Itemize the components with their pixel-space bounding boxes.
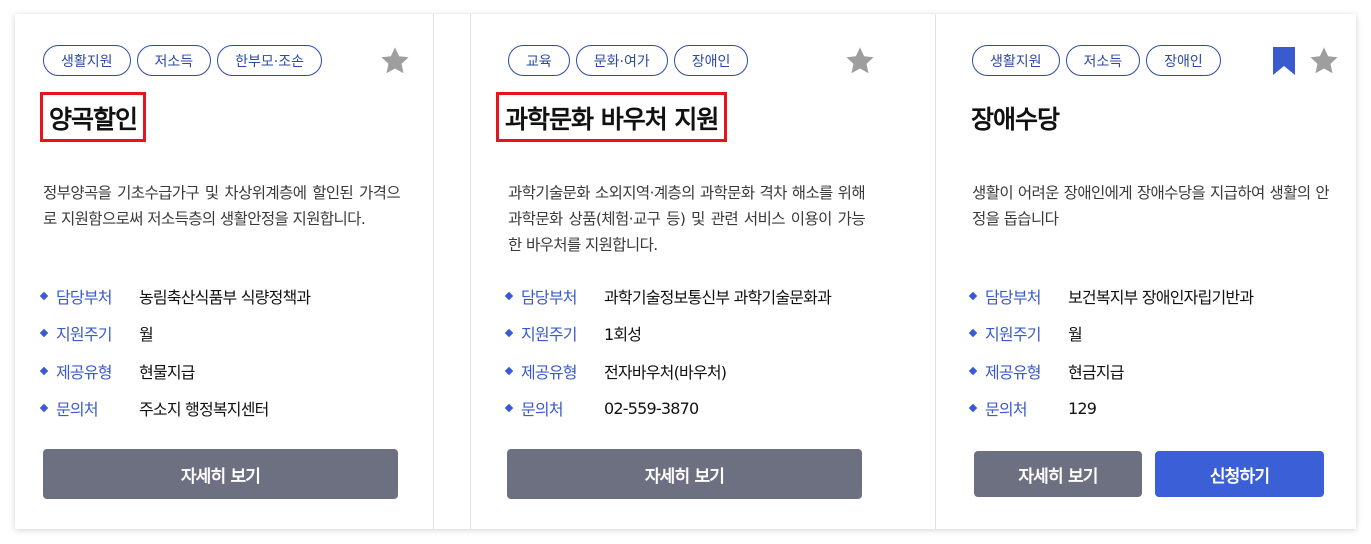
- category-tag[interactable]: 저소득: [136, 45, 212, 76]
- diamond-bullet-icon: [504, 329, 514, 338]
- bookmark-icon[interactable]: [1272, 47, 1296, 75]
- info-label: 문의처: [985, 400, 1028, 420]
- apply-button[interactable]: 신청하기: [1155, 451, 1324, 497]
- info-label: 제공유형: [521, 362, 577, 382]
- diamond-bullet-icon: [39, 366, 49, 375]
- info-value: 129: [1068, 398, 1097, 418]
- info-row: 담당부처 과학기술정보통신부 과학기술문화과: [504, 277, 832, 315]
- info-label: 지원주기: [56, 325, 112, 345]
- info-label: 지원주기: [521, 325, 577, 345]
- star-icon[interactable]: [844, 45, 876, 77]
- info-list: 담당부처 과학기술정보통신부 과학기술문화과 지원주기 1회성 제공유형 전자바…: [504, 277, 832, 428]
- tag-list: 교육 문화·여가 장애인: [508, 45, 749, 76]
- info-row: 담당부처 보건복지부 장애인자립기반과: [968, 277, 1254, 315]
- category-tag[interactable]: 문화·여가: [575, 45, 668, 76]
- diamond-bullet-icon: [968, 291, 978, 300]
- info-row: 제공유형 현금지급: [968, 352, 1253, 390]
- diamond-bullet-icon: [39, 329, 49, 338]
- info-label: 제공유형: [985, 362, 1041, 382]
- tag-list: 생활지원 저소득 한부모·조손: [43, 45, 323, 76]
- info-label: 지원주기: [985, 325, 1041, 345]
- info-row: 지원주기 1회성: [504, 315, 831, 353]
- info-label: 문의처: [56, 400, 99, 420]
- info-value: 월: [1068, 325, 1083, 345]
- diamond-bullet-icon: [968, 404, 978, 413]
- diamond-bullet-icon: [39, 404, 49, 413]
- info-value: 주소지 행정복지센터: [139, 400, 269, 420]
- info-list: 담당부처 보건복지부 장애인자립기반과 지원주기 월 제공유형 현금지급 문의처…: [968, 277, 1254, 428]
- service-card-science-voucher: 교육 문화·여가 장애인 과학문화 바우처 지원 과학기술문화 소외지역·계층의…: [471, 14, 899, 529]
- info-label: 문의처: [521, 400, 564, 420]
- card-description: 정부양곡을 기초수급가구 및 차상위계층에 할인된 가격으로 지원함으로써 저소…: [43, 184, 401, 228]
- info-value: 1회성: [604, 325, 642, 345]
- diamond-bullet-icon: [504, 291, 514, 300]
- info-list: 담당부처 농림축산식품부 식량정책과 지원주기 월 제공유형 현물지급 문의처 …: [39, 277, 311, 428]
- tag-list: 생활지원 저소득 장애인: [972, 45, 1221, 76]
- info-value: 현물지급: [139, 362, 195, 382]
- info-row: 제공유형 현물지급: [39, 352, 310, 390]
- info-row: 담당부처 농림축산식품부 식량정책과: [39, 277, 311, 315]
- info-row: 지원주기 월: [968, 315, 1253, 353]
- diamond-bullet-icon: [504, 404, 514, 413]
- diamond-bullet-icon: [968, 366, 978, 375]
- detail-button[interactable]: 자세히 보기: [974, 451, 1142, 497]
- diamond-bullet-icon: [968, 329, 978, 338]
- info-value: 농림축산식품부 식량정책과: [139, 287, 311, 307]
- card-title[interactable]: 양곡할인: [39, 92, 147, 142]
- category-tag[interactable]: 교육: [508, 45, 570, 76]
- star-icon[interactable]: [1308, 45, 1340, 77]
- info-value: 전자바우처(바우처): [604, 362, 727, 382]
- service-card-grain-discount: 생활지원 저소득 한부모·조손 양곡할인 정부양곡을 기초수급가구 및 차상위계…: [15, 14, 433, 529]
- service-card-disability-allowance: 생활지원 저소득 장애인 장애수당 생활이 어려운 장애인에게 장애수당을 지급…: [936, 14, 1356, 529]
- diamond-bullet-icon: [39, 291, 49, 300]
- info-label: 담당부처: [521, 287, 577, 307]
- detail-button[interactable]: 자세히 보기: [43, 449, 398, 499]
- info-row: 지원주기 월: [39, 315, 310, 353]
- info-value: 02-559-3870: [604, 398, 699, 418]
- category-tag[interactable]: 장애인: [1146, 45, 1221, 76]
- info-row: 문의처 02-559-3870: [504, 390, 831, 428]
- card-description: 생활이 어려운 장애인에게 장애수당을 지급하여 생활의 안정을 돕습니다: [972, 184, 1330, 228]
- info-value: 월: [139, 325, 154, 345]
- card-description: 과학기술문화 소외지역·계층의 과학문화 격차 해소를 위해 과학문화 상품(체…: [508, 184, 866, 254]
- card-divider: [433, 14, 434, 529]
- info-value: 과학기술정보통신부 과학기술문화과: [604, 287, 832, 307]
- info-label: 담당부처: [56, 287, 112, 307]
- info-label: 제공유형: [56, 362, 112, 382]
- category-tag[interactable]: 한부모·조손: [217, 45, 323, 76]
- star-icon[interactable]: [379, 45, 411, 77]
- category-tag[interactable]: 생활지원: [972, 45, 1060, 76]
- category-tag[interactable]: 생활지원: [43, 45, 131, 76]
- card-title[interactable]: 장애수당: [965, 95, 1065, 139]
- info-row: 문의처 주소지 행정복지센터: [39, 390, 310, 428]
- info-value: 현금지급: [1068, 362, 1124, 382]
- detail-button[interactable]: 자세히 보기: [507, 449, 862, 499]
- info-value: 보건복지부 장애인자립기반과: [1068, 287, 1254, 307]
- diamond-bullet-icon: [504, 366, 514, 375]
- info-label: 담당부처: [985, 287, 1041, 307]
- card-title[interactable]: 과학문화 바우처 지원: [495, 92, 728, 142]
- info-row: 제공유형 전자바우처(바우처): [504, 352, 831, 390]
- info-row: 문의처 129: [968, 390, 1253, 428]
- category-tag[interactable]: 저소득: [1065, 45, 1141, 76]
- category-tag[interactable]: 장애인: [673, 45, 749, 76]
